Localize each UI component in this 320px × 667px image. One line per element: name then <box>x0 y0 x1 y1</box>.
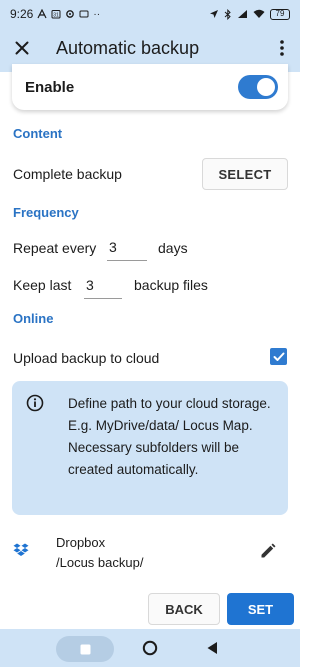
upload-to-cloud-label: Upload backup to cloud <box>13 350 160 366</box>
select-button[interactable]: SELECT <box>202 158 288 190</box>
set-button[interactable]: SET <box>227 593 294 625</box>
message-icon <box>79 10 89 18</box>
section-title-online: Online <box>13 311 54 326</box>
status-icons-right: 79 <box>209 8 290 20</box>
nav-recents-button[interactable] <box>56 636 114 662</box>
keep-last-label: Keep last <box>13 277 72 293</box>
cloud-storage-item[interactable]: Dropbox /Locus backup/ <box>0 527 300 577</box>
close-icon <box>15 41 29 55</box>
signal-icon <box>238 10 247 18</box>
keep-files-suffix: backup files <box>134 277 208 293</box>
enable-label: Enable <box>25 78 75 96</box>
complete-backup-label: Complete backup <box>13 166 122 182</box>
page-title: Automatic backup <box>56 37 200 58</box>
status-dots: ·· <box>93 8 101 20</box>
info-icon <box>26 394 44 412</box>
bluetooth-icon <box>224 8 231 20</box>
cloud-info-box: Define path to your cloud storage. E.g. … <box>12 381 288 515</box>
enable-toggle[interactable] <box>238 75 278 99</box>
recents-icon <box>80 644 90 654</box>
location-icon <box>210 10 218 18</box>
repeat-days-input[interactable] <box>107 233 147 261</box>
settings-icon <box>66 10 75 18</box>
wifi-icon <box>253 9 265 18</box>
back-triangle-icon <box>207 642 217 654</box>
section-title-content: Content <box>13 126 63 141</box>
app-icon <box>37 9 47 19</box>
app-header: 9:26 31 ·· 79 Automatic backup <box>0 0 300 72</box>
enable-card: Enable <box>12 64 288 110</box>
storage-path: /Locus backup/ <box>56 555 144 570</box>
check-icon <box>273 352 284 361</box>
calendar-icon: 31 <box>51 10 61 19</box>
close-button[interactable] <box>2 28 42 68</box>
dropbox-icon <box>13 543 29 556</box>
toolbar: Automatic backup <box>0 28 300 68</box>
nav-home-button[interactable] <box>138 636 162 660</box>
edit-pencil-icon <box>261 543 276 558</box>
repeat-days-suffix: days <box>158 240 188 256</box>
keep-files-input[interactable] <box>84 271 122 299</box>
system-nav-bar <box>0 629 300 667</box>
cloud-info-text: Define path to your cloud storage. E.g. … <box>68 396 271 477</box>
storage-name: Dropbox <box>56 535 106 550</box>
status-icons-left: 31 ·· <box>37 9 100 20</box>
repeat-every-label: Repeat every <box>13 240 97 256</box>
battery-icon: 79 <box>270 8 290 20</box>
more-vert-icon <box>280 40 284 56</box>
back-button[interactable]: BACK <box>148 593 220 625</box>
nav-back-button[interactable] <box>200 636 224 660</box>
upload-to-cloud-checkbox[interactable] <box>270 348 287 365</box>
home-icon <box>142 640 158 656</box>
status-bar: 9:26 31 ·· 79 <box>0 0 300 28</box>
svg-text:31: 31 <box>54 13 60 19</box>
more-options-button[interactable] <box>264 28 300 68</box>
section-title-frequency: Frequency <box>13 205 79 220</box>
toggle-knob <box>257 78 275 96</box>
status-time: 9:26 <box>10 7 34 21</box>
edit-path-button[interactable] <box>259 542 279 562</box>
